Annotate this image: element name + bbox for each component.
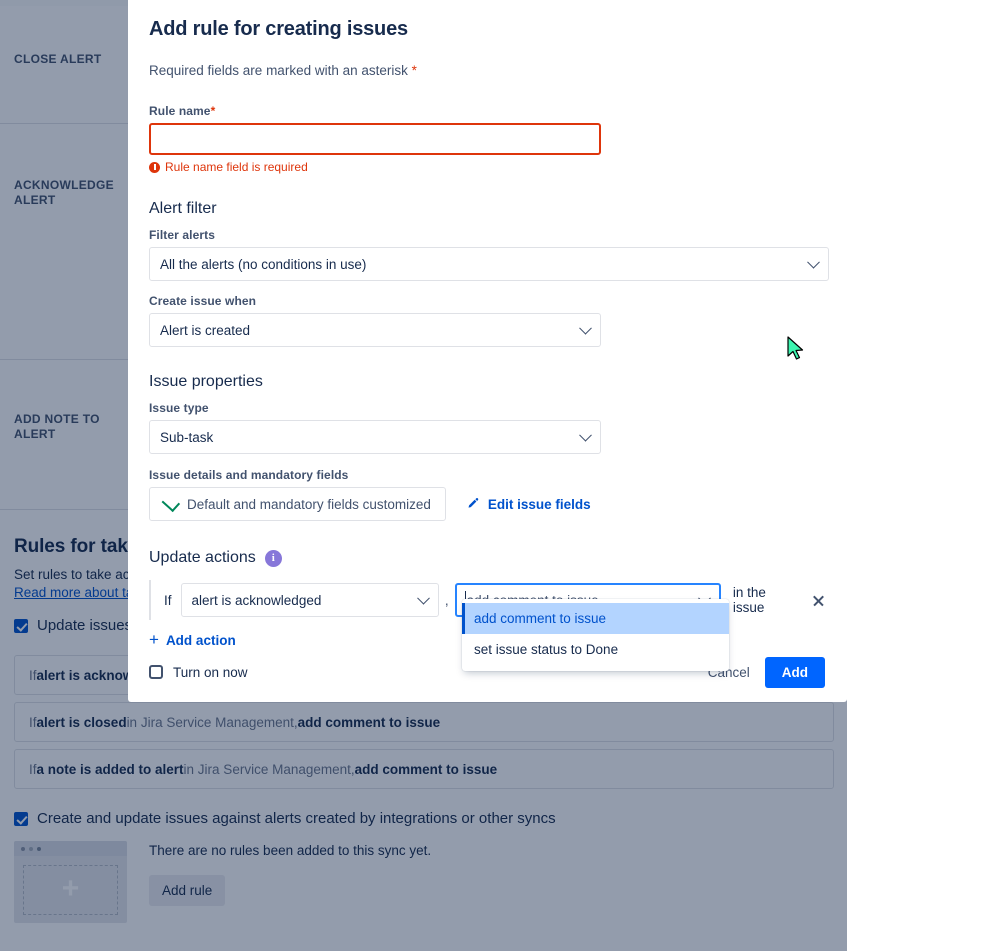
rule-name-error: Rule name field is required — [149, 160, 825, 174]
action-type-dropdown-menu[interactable]: add comment to issue set issue status to… — [462, 599, 729, 671]
in-the-issue-label: in the issue — [733, 585, 801, 615]
dropdown-option-set-status-done[interactable]: set issue status to Done — [462, 634, 729, 665]
issue-type-value: Sub-task — [160, 430, 213, 445]
mandatory-fields-status-text: Default and mandatory fields customized — [187, 497, 431, 512]
create-issue-when-label: Create issue when — [149, 294, 825, 308]
update-actions-heading-row: Update actions i — [149, 549, 825, 567]
issue-type-label: Issue type — [149, 401, 825, 415]
add-action-label: Add action — [166, 633, 236, 648]
issue-properties-heading: Issue properties — [149, 373, 825, 391]
chevron-down-icon — [807, 256, 820, 269]
edit-issue-fields-label: Edit issue fields — [488, 497, 591, 512]
rule-name-input[interactable] — [149, 123, 601, 155]
if-label: If — [164, 593, 172, 608]
add-button[interactable]: Add — [765, 657, 825, 688]
pencil-icon — [466, 497, 480, 511]
mandatory-fields-label: Issue details and mandatory fields — [149, 468, 825, 482]
asterisk-marker: * — [412, 63, 417, 78]
action-condition-select[interactable]: alert is acknowledged — [181, 583, 439, 617]
update-actions-heading: Update actions — [149, 549, 256, 567]
filter-alerts-label: Filter alerts — [149, 228, 825, 242]
chevron-down-icon — [579, 429, 592, 442]
chevron-down-icon — [579, 322, 592, 335]
mandatory-fields-status: Default and mandatory fields customized — [149, 487, 446, 521]
modal-title: Add rule for creating issues — [149, 18, 825, 41]
rule-name-required-mark: * — [211, 104, 216, 118]
rule-name-label: Rule name* — [149, 104, 825, 118]
filter-alerts-select[interactable]: All the alerts (no conditions in use) — [149, 247, 829, 281]
remove-action-icon[interactable] — [812, 594, 825, 607]
issue-type-select[interactable]: Sub-task — [149, 420, 601, 454]
check-icon — [162, 493, 181, 511]
comma-separator: , — [445, 593, 449, 608]
error-icon — [149, 162, 160, 173]
add-rule-modal: Add rule for creating issues Required fi… — [128, 0, 847, 702]
rule-name-label-text: Rule name — [149, 104, 211, 118]
turn-on-now-label: Turn on now — [173, 665, 248, 680]
action-condition-value: alert is acknowledged — [192, 593, 322, 608]
edit-issue-fields-link[interactable]: Edit issue fields — [466, 497, 591, 512]
rule-name-error-text: Rule name field is required — [165, 160, 308, 174]
create-issue-when-value: Alert is created — [160, 323, 250, 338]
dropdown-option-add-comment[interactable]: add comment to issue — [462, 603, 729, 634]
mandatory-fields-row: Default and mandatory fields customized … — [149, 487, 825, 521]
required-fields-text: Required fields are marked with an aster… — [149, 63, 408, 78]
plus-icon: + — [149, 631, 159, 648]
info-icon[interactable]: i — [265, 550, 282, 567]
alert-filter-heading: Alert filter — [149, 200, 825, 218]
turn-on-now-row[interactable]: Turn on now — [149, 665, 248, 680]
create-issue-when-select[interactable]: Alert is created — [149, 313, 601, 347]
add-action-button[interactable]: + Add action — [149, 632, 236, 649]
required-fields-note: Required fields are marked with an aster… — [149, 63, 825, 78]
turn-on-now-checkbox[interactable] — [149, 665, 163, 679]
chevron-down-icon — [417, 592, 430, 605]
filter-alerts-value: All the alerts (no conditions in use) — [160, 257, 366, 272]
